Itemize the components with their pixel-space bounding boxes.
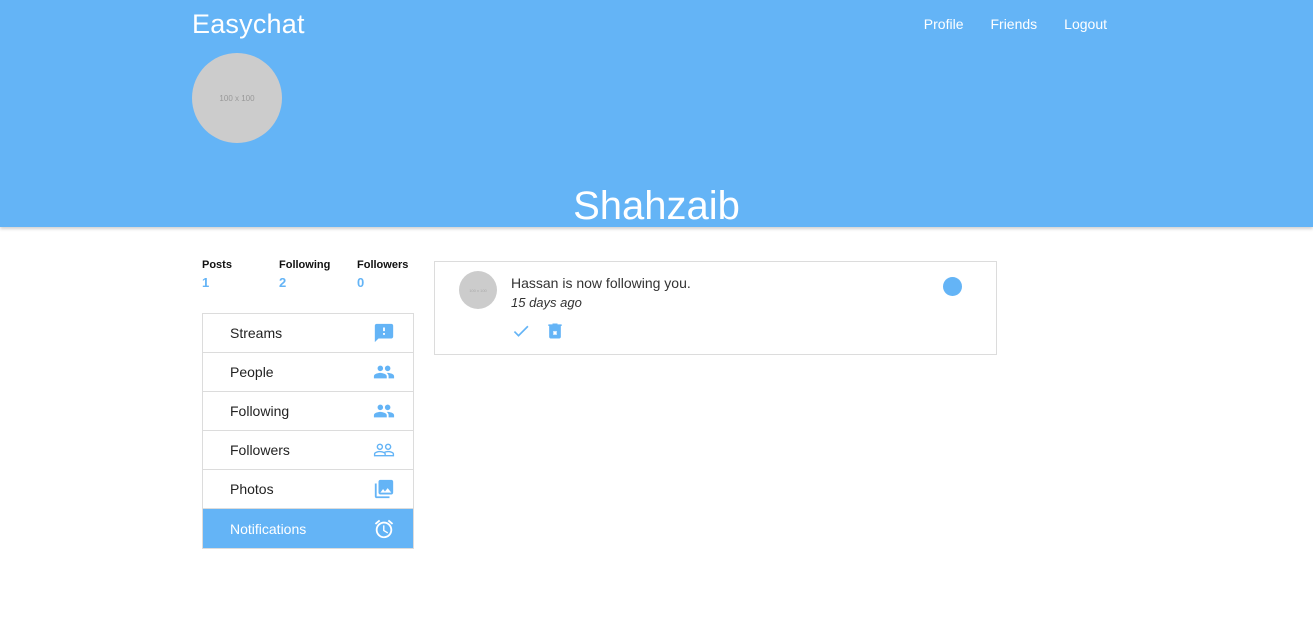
app-title[interactable]: Easychat: [192, 9, 305, 40]
notification-actions: [511, 321, 565, 341]
profile-header: Easychat Profile Friends Logout 100 x 10…: [0, 0, 1313, 228]
people-icon: [373, 400, 395, 422]
delete-icon[interactable]: [545, 321, 565, 341]
avatar-placeholder-text: 100 x 100: [219, 93, 255, 103]
stat-value: 1: [202, 275, 210, 290]
profile-stats: Posts 1 Following 2 Followers 0: [202, 259, 414, 299]
sidebar-item-label: Notifications: [230, 520, 307, 537]
notification-card: 100 x 100 Hassan is now following you. 1…: [434, 261, 997, 355]
notification-avatar: 100 x 100: [459, 271, 497, 309]
alarm-icon: [373, 518, 395, 540]
sidebar-item-followers[interactable]: Followers: [203, 431, 413, 470]
top-nav: Profile Friends Logout: [924, 16, 1107, 32]
mark-read-check-icon[interactable]: [511, 321, 531, 341]
sidebar-item-photos[interactable]: Photos: [203, 470, 413, 509]
photo-library-icon: [373, 478, 395, 500]
people-icon: [373, 361, 395, 383]
nav-logout-link[interactable]: Logout: [1064, 16, 1107, 32]
feedback-icon: [373, 322, 395, 344]
stat-value: 2: [279, 275, 287, 290]
profile-name: Shahzaib: [573, 184, 740, 228]
stat-label: Posts: [202, 259, 232, 271]
sidebar-menu: Streams People Following Followers Photo…: [202, 313, 414, 549]
stat-following[interactable]: Following 2: [279, 259, 330, 290]
avatar-placeholder-text: 100 x 100: [469, 287, 487, 293]
sidebar-item-label: Photos: [230, 481, 274, 497]
sidebar-item-label: Followers: [230, 442, 290, 458]
sidebar-item-label: People: [230, 364, 274, 380]
sidebar-item-label: Streams: [230, 325, 283, 341]
sidebar-item-people[interactable]: People: [203, 353, 413, 392]
sidebar-item-following[interactable]: Following: [203, 392, 413, 431]
notification-text: Hassan is now following you.: [511, 275, 691, 291]
nav-profile-link[interactable]: Profile: [924, 16, 964, 32]
sidebar-item-notifications[interactable]: Notifications: [203, 509, 413, 548]
notification-time: 15 days ago: [511, 295, 582, 310]
nav-friends-link[interactable]: Friends: [990, 16, 1037, 32]
stat-value: 0: [357, 275, 365, 290]
stat-followers[interactable]: Followers 0: [357, 259, 408, 290]
people-outline-icon: [373, 439, 395, 461]
profile-avatar: 100 x 100: [192, 53, 282, 143]
stat-label: Following: [279, 259, 331, 271]
sidebar-item-streams[interactable]: Streams: [203, 314, 413, 353]
stat-posts[interactable]: Posts 1: [202, 259, 232, 290]
unread-indicator[interactable]: [943, 277, 962, 296]
stat-label: Followers: [357, 259, 409, 271]
sidebar-item-label: Following: [230, 403, 290, 419]
